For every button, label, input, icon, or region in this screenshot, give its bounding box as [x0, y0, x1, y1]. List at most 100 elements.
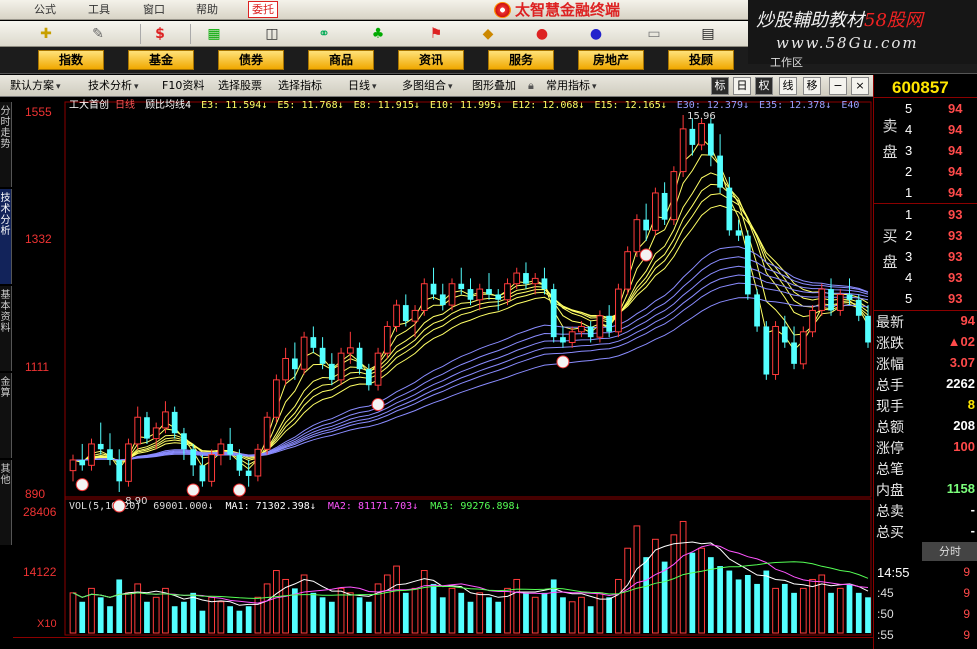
cat-advisor[interactable]: 投顾 [668, 50, 734, 70]
select-stock-button[interactable]: 选择股票 [218, 78, 262, 94]
candle-body[interactable] [791, 342, 797, 364]
layout-icon[interactable]: ▤ [694, 24, 722, 44]
candle-body[interactable] [439, 294, 446, 306]
candle-body[interactable] [560, 337, 566, 343]
candle-body[interactable] [458, 283, 465, 290]
candle-body[interactable] [633, 219, 641, 253]
candle-body[interactable] [661, 192, 668, 220]
candle-body[interactable] [689, 128, 696, 145]
candle-body[interactable] [707, 123, 714, 156]
candle-body[interactable] [754, 294, 760, 327]
candle-body[interactable] [587, 326, 594, 338]
candle-body[interactable] [383, 325, 391, 354]
mark-button[interactable]: 标 [711, 77, 729, 95]
candle-body[interactable] [652, 192, 659, 231]
tab-other[interactable]: 其他 [0, 460, 12, 545]
candle-body[interactable] [144, 417, 150, 439]
candle-body[interactable] [171, 411, 178, 434]
candle-body[interactable] [430, 283, 437, 295]
cat-news[interactable]: 资讯 [398, 50, 464, 70]
sell-row[interactable]: 2 94 [874, 162, 977, 183]
buy-row[interactable]: 1 93 [874, 205, 977, 226]
cat-service[interactable]: 服务 [488, 50, 554, 70]
candle-body[interactable] [615, 288, 622, 333]
candle-body[interactable] [643, 219, 650, 231]
menu-help[interactable]: 帮助 [196, 2, 218, 17]
workspace-label[interactable]: 工作区 [770, 54, 803, 70]
candle-body[interactable] [531, 277, 539, 285]
f10-button[interactable]: F10资料 [162, 78, 204, 94]
candle-body[interactable] [152, 427, 160, 440]
candle-body[interactable] [596, 315, 604, 338]
candle-body[interactable] [162, 411, 169, 429]
candle-body[interactable] [541, 278, 548, 290]
buy-row[interactable]: 4 93 [874, 268, 977, 289]
candle-body[interactable] [273, 379, 280, 418]
candle-body[interactable] [411, 309, 419, 322]
menu-window[interactable]: 窗口 [143, 2, 165, 17]
candle-body[interactable] [393, 304, 400, 327]
tab-intraday[interactable]: 分时走势 [0, 102, 12, 187]
candle-body[interactable] [679, 128, 687, 173]
candle-body[interactable] [125, 443, 132, 482]
buy-row[interactable]: 2 93 [874, 226, 977, 247]
cat-index[interactable]: 指数 [38, 50, 104, 70]
candle-body[interactable] [846, 294, 853, 300]
candle-body[interactable] [836, 293, 844, 311]
menu-formula[interactable]: 公式 [34, 2, 56, 17]
candle-body[interactable] [374, 352, 382, 386]
sell-row[interactable]: 3 94 [874, 141, 977, 162]
candle-body[interactable] [227, 443, 234, 455]
candle-body[interactable] [726, 187, 733, 231]
candle-body[interactable] [624, 251, 632, 290]
candle-body[interactable] [199, 465, 206, 482]
candle-body[interactable] [190, 449, 197, 466]
cat-realestate[interactable]: 房地产 [578, 50, 644, 70]
chart-icon[interactable]: ◫ [258, 24, 286, 44]
flag-icon[interactable]: ⚑ [422, 24, 450, 44]
candle-body[interactable] [208, 454, 216, 482]
cat-bond[interactable]: 债券 [218, 50, 284, 70]
sell-row[interactable]: 4 94 [874, 120, 977, 141]
minimize-icon[interactable]: − [829, 77, 847, 95]
rights-button[interactable]: 权 [755, 77, 773, 95]
line-button[interactable]: 线 [779, 77, 797, 95]
day-button[interactable]: 日 [733, 77, 751, 95]
board-icon[interactable]: ▦ [200, 24, 228, 44]
candle-body[interactable] [523, 273, 529, 284]
candle-body[interactable] [486, 289, 492, 295]
candle-body[interactable] [116, 459, 123, 482]
tab-fundamentals[interactable]: 基本资料 [0, 286, 12, 371]
candle-body[interactable] [181, 433, 187, 450]
candle-body[interactable] [236, 454, 243, 471]
cross-icon[interactable]: ✚ [32, 24, 60, 44]
candle-body[interactable] [772, 325, 779, 376]
candle-body[interactable] [300, 336, 308, 370]
indicator-tab-strip[interactable] [13, 637, 873, 649]
scheme-dropdown[interactable]: 默认方案 [10, 78, 61, 94]
candle-body[interactable] [670, 171, 678, 221]
multi-chart-dropdown[interactable]: 多图组合 [402, 78, 453, 94]
candle-body[interactable] [365, 369, 372, 386]
candle-body[interactable] [107, 449, 113, 460]
candle-body[interactable] [495, 294, 502, 300]
candle-body[interactable] [799, 331, 807, 365]
trade-button[interactable]: 委托 [248, 1, 278, 18]
candle-body[interactable] [328, 363, 335, 380]
bell-icon[interactable]: ♣ [364, 24, 392, 44]
candle-body[interactable] [319, 347, 326, 364]
binoculars-icon[interactable]: ⚭ [310, 24, 338, 44]
close-icon[interactable]: × [851, 77, 869, 95]
candle-body[interactable] [550, 289, 557, 338]
period-dropdown[interactable]: 日线 [348, 78, 377, 94]
candle-body[interactable] [79, 459, 86, 466]
candle-body[interactable] [337, 352, 345, 381]
candle-body[interactable] [504, 283, 511, 301]
tab-calc[interactable]: 金算 [0, 373, 12, 458]
candle-body[interactable] [467, 289, 474, 300]
candle-body[interactable] [855, 299, 862, 316]
tech-analysis-dropdown[interactable]: 技术分析 [88, 78, 139, 94]
ball-red-icon[interactable]: ● [528, 24, 556, 44]
select-indicator-button[interactable]: 选择指标 [278, 78, 322, 94]
candle-body[interactable] [717, 155, 723, 188]
